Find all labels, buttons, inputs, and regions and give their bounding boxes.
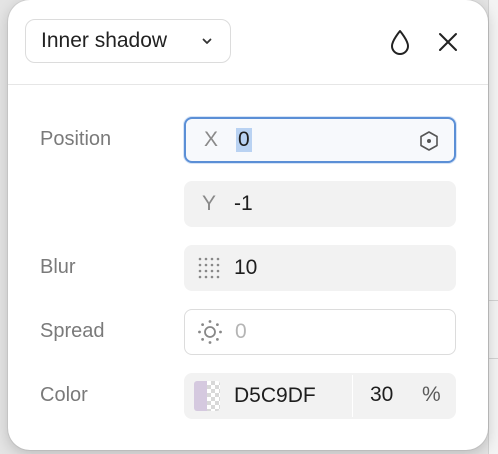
spread-value[interactable]: 0 <box>235 320 247 344</box>
color-swatch-solid <box>194 381 207 411</box>
spread-sun-icon <box>198 320 222 344</box>
x-value[interactable]: 0 <box>236 128 252 152</box>
blur-value[interactable]: 10 <box>234 256 257 280</box>
position-label: Position <box>40 128 112 150</box>
spread-field[interactable]: 0 <box>184 309 456 355</box>
color-opacity-value[interactable]: 30 <box>370 383 393 407</box>
color-field-divider <box>352 375 353 417</box>
visibility-toggle-button[interactable] <box>382 24 418 60</box>
color-field[interactable]: D5C9DF 30 % <box>184 373 456 419</box>
popover-header: Inner shadow <box>8 0 488 85</box>
background-divider <box>488 300 498 301</box>
color-opacity-unit: % <box>422 383 441 406</box>
blur-prefix <box>184 256 234 280</box>
inner-shadow-popover: Inner shadow Position X 0 Y -1 Blur 10 S… <box>8 0 488 450</box>
position-y-field[interactable]: Y -1 <box>184 181 456 227</box>
spread-label: Spread <box>40 320 105 342</box>
background-panel <box>488 0 498 454</box>
drop-icon <box>391 30 409 55</box>
effect-type-label: Inner shadow <box>41 29 168 52</box>
chevron-down-icon <box>202 38 212 44</box>
hexagon-dot-icon[interactable] <box>418 130 440 152</box>
close-icon <box>439 33 457 51</box>
x-prefix: X <box>203 128 218 151</box>
color-label: Color <box>40 384 88 406</box>
color-hex-value[interactable]: D5C9DF <box>234 384 316 408</box>
spread-prefix <box>185 319 235 345</box>
position-x-field[interactable]: X 0 <box>184 117 456 163</box>
y-value[interactable]: -1 <box>234 192 253 216</box>
blur-dots-icon <box>198 257 220 279</box>
close-button[interactable] <box>430 24 466 60</box>
background-divider <box>488 358 498 359</box>
color-swatch[interactable] <box>194 381 220 411</box>
color-swatch-checker <box>207 381 220 411</box>
effect-type-dropdown[interactable]: Inner shadow <box>25 19 231 63</box>
y-prefix: Y <box>201 192 216 215</box>
blur-label: Blur <box>40 256 76 278</box>
blur-field[interactable]: 10 <box>184 245 456 291</box>
